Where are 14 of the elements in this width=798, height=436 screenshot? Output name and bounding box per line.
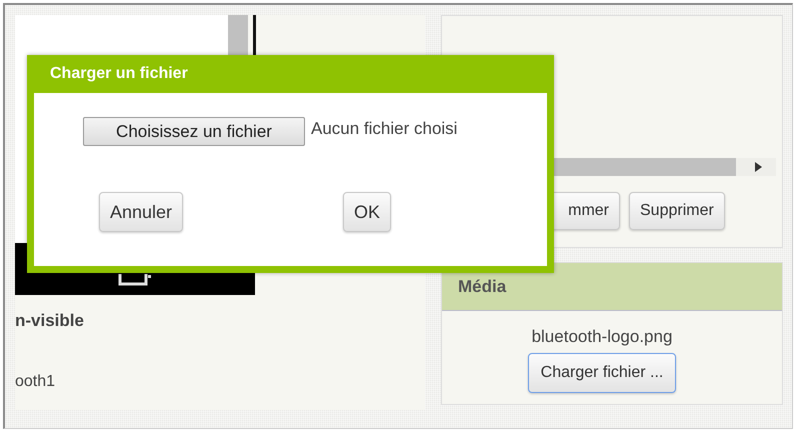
file-status: Aucun fichier choisi xyxy=(311,119,458,139)
dialog-title: Charger un fichier xyxy=(49,64,189,84)
delete-button[interactable]: Supprimer xyxy=(629,192,725,230)
choose-file-button[interactable]: Choisissez un fichier xyxy=(83,117,305,146)
ok-button[interactable]: OK xyxy=(343,192,392,232)
device-icon xyxy=(118,274,152,286)
scrollbar xyxy=(228,15,248,55)
section-title: n-visible xyxy=(15,311,85,331)
media-title: Média xyxy=(458,276,506,296)
media-file[interactable]: bluetooth-logo.png xyxy=(532,327,672,347)
scroll-right-icon[interactable] xyxy=(755,162,762,172)
upload-button[interactable]: Charger fichier ... xyxy=(528,353,676,393)
component-label: ooth1 xyxy=(15,373,56,391)
cancel-button[interactable]: Annuler xyxy=(99,192,184,232)
